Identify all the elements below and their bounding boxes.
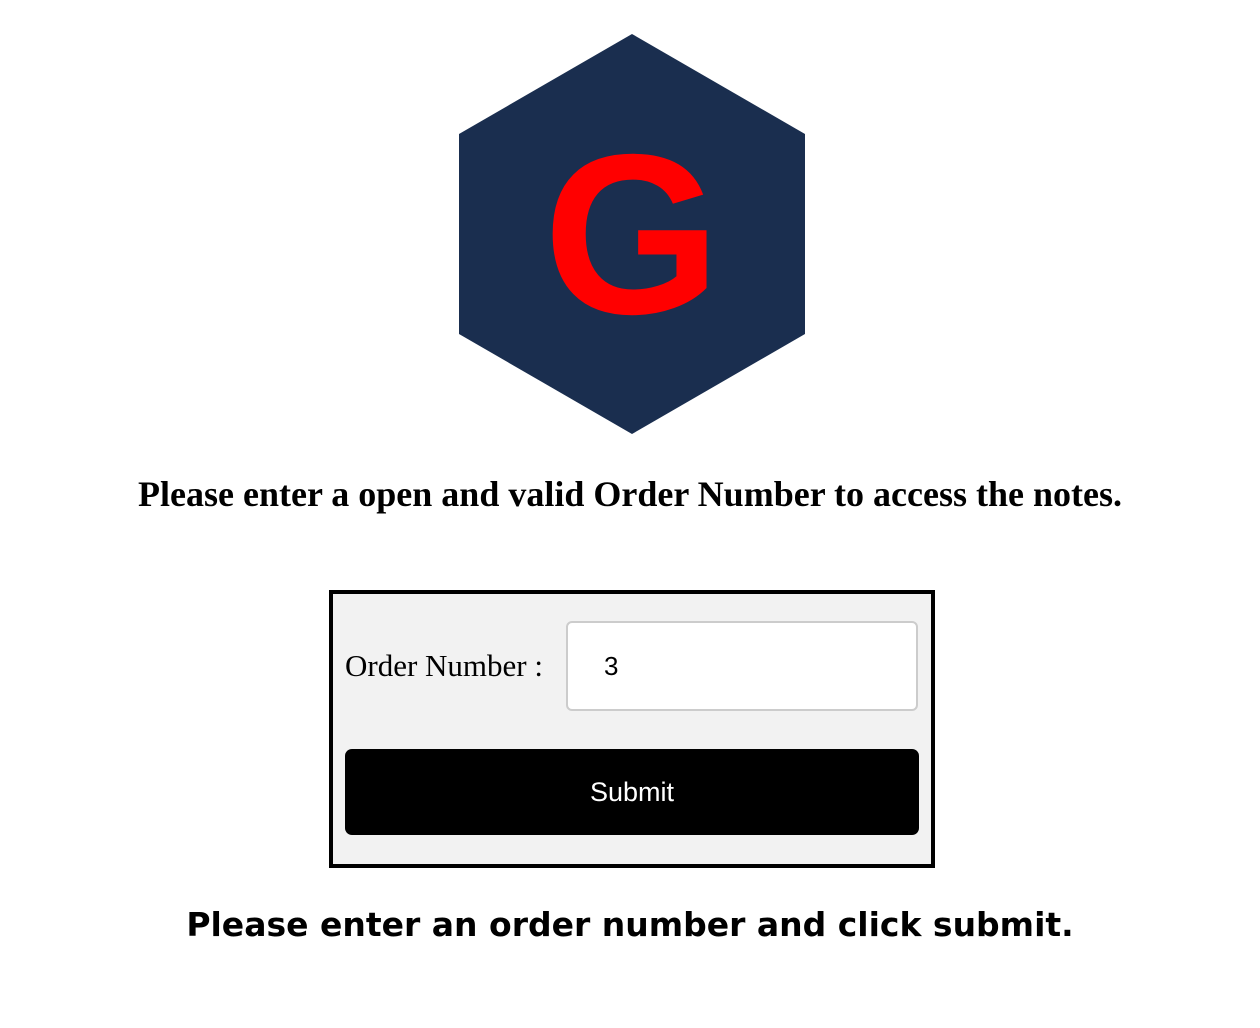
page-heading: Please enter a open and valid Order Numb… <box>138 474 1122 514</box>
order-number-label: Order Number : <box>345 648 543 683</box>
logo-letter: G <box>543 108 720 362</box>
status-message: Please enter an order number and click s… <box>186 905 1074 944</box>
order-form: Order Number : Submit <box>329 590 935 868</box>
hexagon-logo-icon: G <box>459 34 805 434</box>
logo: G <box>459 34 805 434</box>
submit-button[interactable]: Submit <box>345 749 919 835</box>
order-number-input[interactable] <box>566 621 918 711</box>
